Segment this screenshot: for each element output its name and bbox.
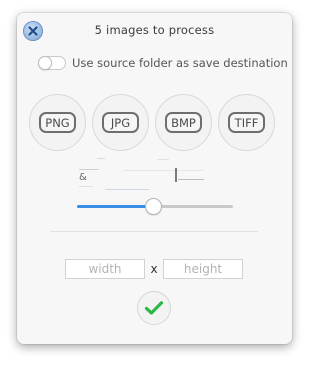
artifact-lines [79, 158, 204, 190]
format-label: TIFF [228, 112, 265, 133]
divider [50, 231, 258, 232]
toggle-knob [39, 57, 51, 69]
width-input[interactable] [65, 259, 145, 279]
dimension-inputs: x [65, 259, 243, 279]
confirm-button[interactable] [137, 291, 171, 325]
use-source-folder-toggle[interactable] [38, 56, 66, 70]
dimension-separator: x [150, 262, 158, 276]
quality-slider[interactable] [77, 199, 233, 215]
format-label: BMP [165, 112, 202, 133]
format-buttons: PNG JPG BMP TIFF [29, 94, 275, 151]
artifact-symbol: & [79, 172, 87, 183]
format-button-tiff[interactable]: TIFF [218, 94, 275, 151]
window-title: 5 images to process [94, 23, 215, 37]
checkmark-icon [144, 301, 164, 315]
format-button-bmp[interactable]: BMP [155, 94, 212, 151]
format-button-png[interactable]: PNG [29, 94, 86, 151]
slider-fill [77, 205, 154, 208]
format-label: JPG [102, 112, 139, 133]
rendering-artifact: & [65, 155, 245, 195]
format-label: PNG [39, 112, 76, 133]
slider-thumb[interactable] [145, 199, 161, 214]
height-input[interactable] [163, 259, 243, 279]
format-button-jpg[interactable]: JPG [92, 94, 149, 151]
dialog-window: 5 images to process Use source folder as… [17, 13, 292, 344]
use-source-folder-option: Use source folder as save destination [38, 56, 288, 70]
use-source-folder-label: Use source folder as save destination [72, 56, 288, 70]
